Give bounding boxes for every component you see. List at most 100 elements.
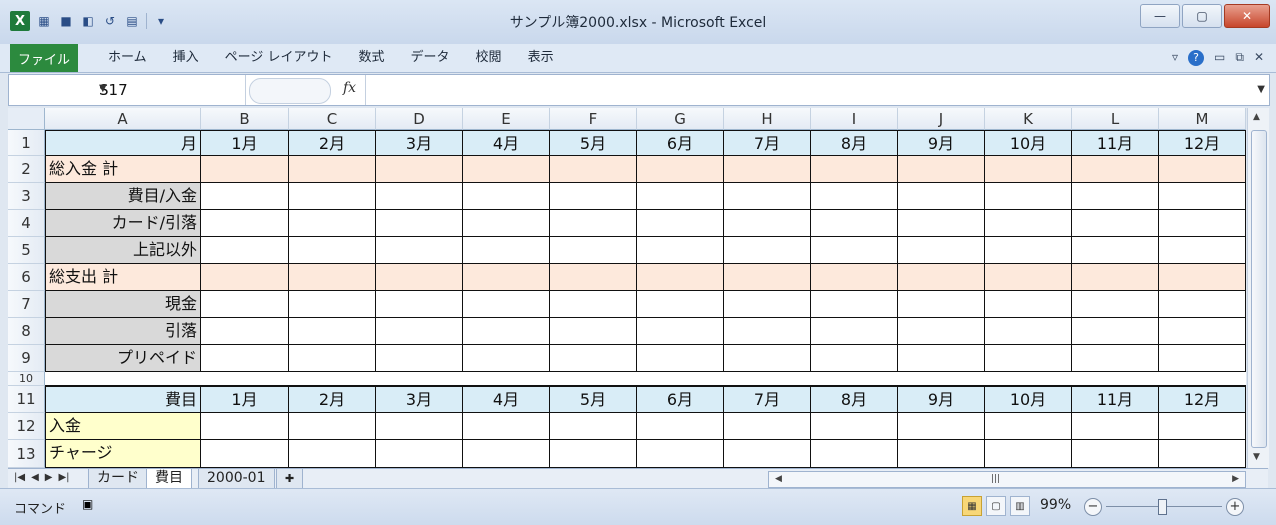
cell[interactable] bbox=[201, 183, 289, 210]
cell[interactable] bbox=[376, 440, 463, 468]
cell[interactable]: 9月 bbox=[898, 386, 985, 413]
cell[interactable]: 月 bbox=[45, 130, 201, 156]
cell[interactable]: 上記以外 bbox=[45, 237, 201, 264]
cell[interactable] bbox=[201, 318, 289, 345]
normal-view-icon[interactable]: ▦ bbox=[962, 496, 982, 516]
first-sheet-icon[interactable]: |◀ bbox=[14, 472, 25, 483]
cell[interactable] bbox=[1072, 440, 1159, 468]
doc-restore-icon[interactable]: ⧉ bbox=[1235, 50, 1244, 66]
cell[interactable] bbox=[724, 318, 811, 345]
close-button[interactable]: ✕ bbox=[1224, 4, 1270, 28]
cell[interactable]: 6月 bbox=[637, 386, 724, 413]
cell[interactable] bbox=[550, 264, 637, 291]
row-header[interactable]: 8 bbox=[8, 318, 45, 345]
column-header[interactable]: M bbox=[1159, 108, 1246, 130]
cell[interactable]: 10月 bbox=[985, 130, 1072, 156]
cell[interactable] bbox=[463, 345, 550, 372]
spacer-row[interactable] bbox=[45, 372, 1246, 386]
cell[interactable] bbox=[985, 440, 1072, 468]
cell[interactable] bbox=[1072, 237, 1159, 264]
cell[interactable] bbox=[811, 237, 898, 264]
cell[interactable] bbox=[1159, 156, 1246, 183]
cell[interactable] bbox=[289, 210, 376, 237]
tab-data[interactable]: データ bbox=[398, 44, 463, 72]
cell[interactable] bbox=[811, 291, 898, 318]
cell[interactable]: 6月 bbox=[637, 130, 724, 156]
cell[interactable] bbox=[637, 291, 724, 318]
sheet-tab-2000-01[interactable]: 2000-01 bbox=[198, 469, 275, 489]
cell[interactable] bbox=[550, 237, 637, 264]
doc-close-icon[interactable]: ✕ bbox=[1254, 50, 1264, 66]
cell[interactable] bbox=[898, 237, 985, 264]
column-header[interactable]: F bbox=[550, 108, 637, 130]
row-header[interactable]: 6 bbox=[8, 264, 45, 291]
cell[interactable] bbox=[376, 264, 463, 291]
cell[interactable] bbox=[898, 318, 985, 345]
cell[interactable] bbox=[289, 264, 376, 291]
cell[interactable]: プリペイド bbox=[45, 345, 201, 372]
next-sheet-icon[interactable]: ▶ bbox=[45, 472, 53, 483]
cell[interactable]: 2月 bbox=[289, 386, 376, 413]
cell[interactable] bbox=[463, 156, 550, 183]
cell[interactable] bbox=[985, 345, 1072, 372]
sheet-tab-card[interactable]: カード bbox=[88, 469, 148, 489]
zoom-level[interactable]: 99% bbox=[1040, 497, 1071, 513]
cell[interactable]: 9月 bbox=[898, 130, 985, 156]
cell[interactable]: 入金 bbox=[45, 413, 201, 440]
sheet-tab-himoku[interactable]: 費目 bbox=[146, 469, 192, 489]
horizontal-scrollbar[interactable]: ◀ ||| ▶ bbox=[768, 471, 1246, 488]
row-header[interactable]: 9 bbox=[8, 345, 45, 372]
cell[interactable]: 12月 bbox=[1159, 386, 1246, 413]
cell[interactable] bbox=[724, 237, 811, 264]
cell[interactable] bbox=[463, 440, 550, 468]
cell[interactable]: 8月 bbox=[811, 130, 898, 156]
cell[interactable] bbox=[289, 440, 376, 468]
file-tab[interactable]: ファイル bbox=[10, 44, 78, 72]
row-header[interactable]: 7 bbox=[8, 291, 45, 318]
cell[interactable] bbox=[724, 345, 811, 372]
cell[interactable] bbox=[724, 210, 811, 237]
row-header[interactable]: 3 bbox=[8, 183, 45, 210]
column-header[interactable]: G bbox=[637, 108, 724, 130]
cell[interactable] bbox=[1159, 264, 1246, 291]
cell[interactable] bbox=[376, 156, 463, 183]
cell[interactable] bbox=[463, 210, 550, 237]
cell[interactable] bbox=[898, 264, 985, 291]
cell[interactable] bbox=[289, 156, 376, 183]
name-box[interactable]: S17 ▼ bbox=[9, 75, 246, 105]
cell[interactable] bbox=[550, 318, 637, 345]
cell[interactable] bbox=[985, 156, 1072, 183]
tab-formulas[interactable]: 数式 bbox=[346, 44, 398, 72]
cell[interactable]: 4月 bbox=[463, 386, 550, 413]
cell[interactable] bbox=[1072, 264, 1159, 291]
formula-input[interactable] bbox=[365, 75, 1247, 105]
cell[interactable] bbox=[637, 237, 724, 264]
row-header[interactable]: 13 bbox=[8, 440, 45, 468]
zoom-out-button[interactable]: − bbox=[1084, 498, 1102, 516]
cell[interactable]: 12月 bbox=[1159, 130, 1246, 156]
cell[interactable] bbox=[289, 318, 376, 345]
cell[interactable] bbox=[289, 237, 376, 264]
column-header[interactable]: E bbox=[463, 108, 550, 130]
help-icon[interactable]: ? bbox=[1188, 50, 1205, 66]
cell[interactable] bbox=[724, 156, 811, 183]
page-break-view-icon[interactable]: ▥ bbox=[1010, 496, 1030, 516]
cell[interactable] bbox=[637, 318, 724, 345]
cell[interactable] bbox=[985, 318, 1072, 345]
row-header[interactable]: 5 bbox=[8, 237, 45, 264]
cell[interactable] bbox=[1159, 413, 1246, 440]
cell[interactable] bbox=[1072, 183, 1159, 210]
cell[interactable]: 引落 bbox=[45, 318, 201, 345]
name-box-dropdown-icon[interactable]: ▼ bbox=[99, 83, 239, 94]
cell[interactable] bbox=[376, 183, 463, 210]
cell[interactable] bbox=[724, 440, 811, 468]
cell[interactable] bbox=[1159, 183, 1246, 210]
cell[interactable] bbox=[898, 345, 985, 372]
cell[interactable] bbox=[1072, 318, 1159, 345]
cell[interactable] bbox=[550, 440, 637, 468]
cell[interactable]: 5月 bbox=[550, 130, 637, 156]
cell[interactable]: 10月 bbox=[985, 386, 1072, 413]
insert-function-icon[interactable]: fx bbox=[343, 80, 356, 96]
cell[interactable]: 5月 bbox=[550, 386, 637, 413]
cell[interactable]: 1月 bbox=[201, 130, 289, 156]
